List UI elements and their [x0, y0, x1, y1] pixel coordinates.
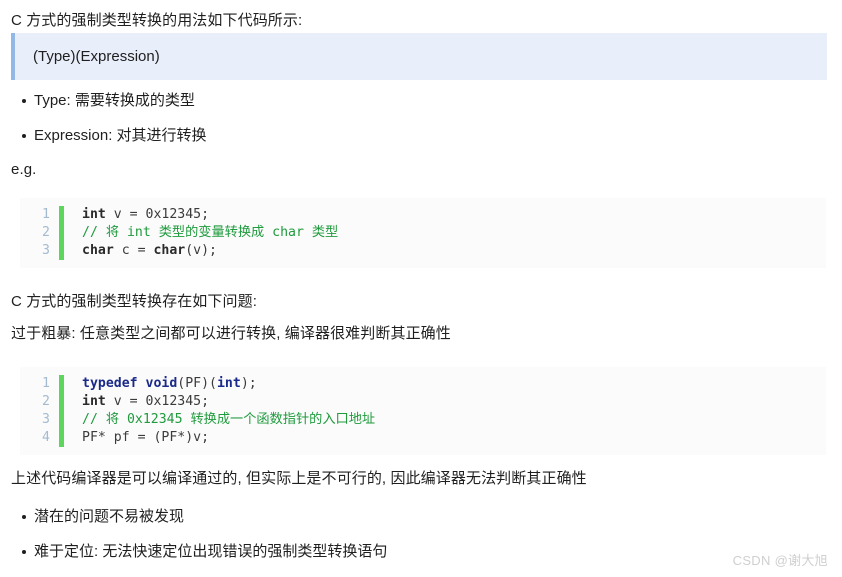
code-token: typedef void: [82, 376, 178, 391]
conclusion-paragraph: 上述代码编译器是可以编译通过的, 但实际上是不可行的, 因此编译器无法判断其正确…: [11, 470, 587, 487]
problem-detail-wrapper: 过于粗暴: 任意类型之间都可以进行转换, 编译器很难判断其正确性: [0, 323, 842, 345]
code-token: char: [153, 243, 186, 258]
csdn-watermark: CSDN @谢大旭: [732, 553, 828, 568]
issue-list: 潜在的问题不易被发现 难于定位: 无法快速定位出现错误的强制类型转换语句: [0, 506, 842, 562]
code-text: // 将 0x12345 转换成一个函数指针的入口地址: [64, 411, 375, 429]
code-line: 2 // 将 int 类型的变量转换成 char 类型: [20, 224, 826, 242]
code-line: 3 // 将 0x12345 转换成一个函数指针的入口地址: [20, 411, 826, 429]
intro-paragraph: C 方式的强制类型转换的用法如下代码所示:: [11, 12, 303, 29]
code-line: 1 int v = 0x12345;: [20, 206, 826, 224]
line-number: 2: [42, 225, 50, 240]
code-line: 2 int v = 0x12345;: [20, 393, 826, 411]
problem-heading: C 方式的强制类型转换存在如下问题:: [11, 293, 257, 310]
code-token: int: [82, 394, 106, 409]
definition-list: Type: 需要转换成的类型 Expression: 对其进行转换: [0, 90, 842, 146]
code-text: int v = 0x12345;: [64, 206, 209, 224]
line-number: 2: [42, 394, 50, 409]
code-token: char: [82, 243, 114, 258]
code-text: char c = char(v);: [64, 242, 217, 260]
blockquote-wrapper: (Type)(Expression): [0, 33, 842, 80]
code-block-2-wrapper: 1 typedef void(PF)(int); 2 int v = 0x12345;…: [0, 367, 842, 455]
intro-paragraph-wrapper: C 方式的强制类型转换的用法如下代码所示:: [0, 10, 842, 32]
eg-label-wrapper: e.g.: [0, 159, 842, 181]
list-item: 难于定位: 无法快速定位出现错误的强制类型转换语句: [0, 541, 842, 562]
line-number: 3: [42, 243, 50, 258]
syntax-blockquote: (Type)(Expression): [11, 33, 827, 80]
code-token: );: [240, 376, 257, 391]
code-line: 1 typedef void(PF)(int);: [20, 375, 826, 393]
code-token: int: [82, 207, 106, 222]
line-number: 1: [42, 376, 50, 391]
code-token: (PF)(: [177, 376, 217, 391]
line-number: 3: [42, 412, 50, 427]
code-token: // 将 0x12345 转换成一个函数指针的入口地址: [82, 412, 376, 427]
list-item: Expression: 对其进行转换: [0, 125, 842, 146]
code-token: v = 0x12345;: [105, 394, 210, 409]
code-text: PF* pf = (PF*)v;: [64, 429, 209, 447]
code-text: // 将 int 类型的变量转换成 char 类型: [64, 224, 338, 242]
code-text: int v = 0x12345;: [64, 393, 209, 411]
code-text: typedef void(PF)(int);: [64, 375, 257, 393]
code-token: (v);: [185, 243, 217, 258]
article-page: C 方式的强制类型转换的用法如下代码所示: (Type)(Expression)…: [0, 0, 842, 577]
list-item: 潜在的问题不易被发现: [0, 506, 842, 527]
code-token: // 将 int 类型的变量转换成 char 类型: [82, 225, 339, 240]
problem-detail: 过于粗暴: 任意类型之间都可以进行转换, 编译器很难判断其正确性: [11, 325, 451, 342]
code-token: int: [216, 376, 241, 391]
eg-label: e.g.: [11, 161, 37, 178]
code-token: v = 0x12345;: [105, 207, 210, 222]
problem-heading-wrapper: C 方式的强制类型转换存在如下问题:: [0, 291, 842, 313]
code-block-1-wrapper: 1 int v = 0x12345; 2 // 将 int 类型的变量转换成 char…: [0, 198, 842, 268]
code-token: c =: [113, 243, 154, 258]
code-block-1[interactable]: 1 int v = 0x12345; 2 // 将 int 类型的变量转换成 char…: [20, 198, 826, 268]
line-number: 1: [42, 207, 50, 222]
code-token: PF* pf = (PF*)v;: [82, 430, 210, 445]
conclusion-wrapper: 上述代码编译器是可以编译通过的, 但实际上是不可行的, 因此编译器无法判断其正确…: [0, 468, 842, 490]
code-block-2[interactable]: 1 typedef void(PF)(int); 2 int v = 0x12345;…: [20, 367, 826, 455]
issue-list-wrapper: 潜在的问题不易被发现 难于定位: 无法快速定位出现错误的强制类型转换语句: [0, 506, 842, 562]
code-line: 4 PF* pf = (PF*)v;: [20, 429, 826, 447]
list-item: Type: 需要转换成的类型: [0, 90, 842, 111]
line-number: 4: [42, 430, 50, 445]
code-line: 3 char c = char(v);: [20, 242, 826, 260]
definition-list-wrapper: Type: 需要转换成的类型 Expression: 对其进行转换: [0, 90, 842, 146]
